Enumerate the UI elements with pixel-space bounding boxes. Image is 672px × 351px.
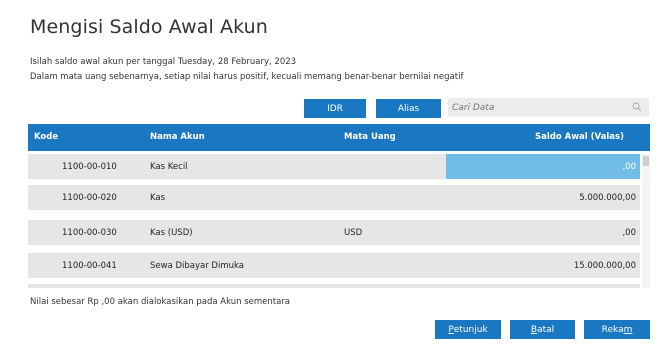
- table-body: 1100-00-010 Kas Kecil ,00 1100-00-020 Ka…: [28, 154, 640, 288]
- rekam-button[interactable]: Reka m: [584, 320, 650, 339]
- cell-saldo-selected[interactable]: ,00: [446, 154, 640, 179]
- cell-saldo[interactable]: 5.000.000,00: [446, 185, 640, 210]
- cell-nama-akun: Kas (USD): [150, 228, 193, 238]
- saldo-awal-dialog: Mengisi Saldo Awal Akun Isilah saldo awa…: [0, 0, 672, 351]
- idr-button[interactable]: IDR: [304, 99, 366, 118]
- table-row[interactable]: 1100-00-020 Kas 5.000.000,00: [28, 185, 640, 210]
- dialog-title: Mengisi Saldo Awal Akun: [30, 16, 268, 38]
- table-row[interactable]: 1100-00-030 Kas (USD) USD ,00: [28, 220, 640, 245]
- search-input[interactable]: [448, 101, 624, 114]
- cell-nama-akun: Sewa Dibayar Dimuka: [150, 261, 244, 271]
- table-row[interactable]: 1100-00-010 Kas Kecil ,00: [28, 154, 640, 179]
- table-scrollbar[interactable]: [642, 154, 650, 288]
- search-box: [448, 98, 649, 117]
- petunjuk-button[interactable]: Petunjuk: [435, 320, 501, 339]
- rekam-label-mnemonic: m: [623, 324, 633, 335]
- allocation-note: Nilai sebesar Rp ,00 akan dialokasikan p…: [30, 297, 291, 307]
- rekam-label-pre: Reka: [601, 324, 624, 335]
- header-nama-akun[interactable]: Nama Akun: [150, 132, 205, 142]
- cell-saldo-value: 15.000.000,00: [573, 261, 636, 271]
- cell-kode: 1100-00-020: [62, 193, 117, 203]
- cell-saldo[interactable]: ,00: [446, 220, 640, 245]
- cell-saldo[interactable]: 15.000.000,00: [446, 253, 640, 278]
- header-saldo-awal[interactable]: Saldo Awal (Valas): [535, 132, 624, 142]
- cell-mata-uang: USD: [344, 228, 363, 238]
- cell-kode: 1100-00-030: [62, 228, 117, 238]
- cell-nama-akun: Kas: [150, 193, 166, 203]
- cell-saldo-value: 5.000.000,00: [579, 193, 636, 203]
- batal-button[interactable]: Batal: [510, 320, 575, 339]
- cell-kode: 1100-00-010: [62, 162, 117, 172]
- table-row[interactable]: 1100-00-041 Sewa Dibayar Dimuka 15.000.0…: [28, 253, 640, 278]
- search-icon[interactable]: [632, 102, 642, 112]
- table-header: Kode Nama Akun Mata Uang Saldo Awal (Val…: [28, 124, 650, 151]
- cell-saldo-value: ,00: [622, 162, 636, 172]
- cell-nama-akun: Kas Kecil: [150, 162, 188, 172]
- header-mata-uang[interactable]: Mata Uang: [344, 132, 396, 142]
- petunjuk-label-post: etunjuk: [453, 324, 488, 335]
- info-text-instruction: Dalam mata uang sebenarnya, setiap nilai…: [30, 72, 464, 82]
- info-text-date: Isilah saldo awal akun per tanggal Tuesd…: [30, 57, 297, 67]
- table-row-partial[interactable]: [28, 284, 640, 288]
- header-kode[interactable]: Kode: [34, 132, 58, 142]
- alias-button[interactable]: Alias: [376, 99, 441, 118]
- cell-kode: 1100-00-041: [62, 261, 117, 271]
- scrollbar-thumb[interactable]: [643, 156, 649, 166]
- batal-label-post: atal: [537, 324, 555, 335]
- cell-saldo-value: ,00: [622, 228, 636, 238]
